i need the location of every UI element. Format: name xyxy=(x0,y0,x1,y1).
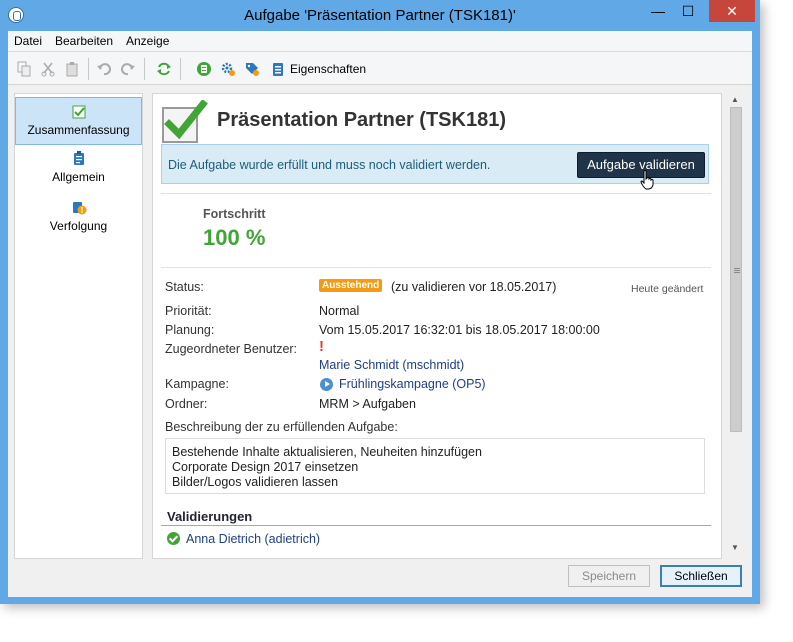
close-window-button[interactable]: ✕ xyxy=(709,0,755,22)
status-label: Status: xyxy=(165,280,204,294)
divider xyxy=(161,267,711,268)
sidebar-item-verfolgung[interactable]: Verfolgung xyxy=(15,199,142,239)
task-title: Präsentation Partner (TSK181) xyxy=(217,109,506,131)
sidebar-item-label: Verfolgung xyxy=(49,219,108,233)
folder-label: Ordner: xyxy=(165,397,208,411)
menu-bearbeiten[interactable]: Bearbeiten xyxy=(55,34,113,48)
properties-button[interactable]: Eigenschaften xyxy=(290,62,366,76)
approved-icon xyxy=(167,532,180,545)
description-label: Beschreibung der zu erfüllenden Aufgabe: xyxy=(165,420,398,434)
folder-value: MRM > Aufgaben xyxy=(319,397,416,411)
copy-icon[interactable] xyxy=(16,61,32,77)
close-button[interactable]: Schließen xyxy=(660,565,742,587)
planning-label: Planung: xyxy=(165,323,215,337)
planning-value: Vom 15.05.2017 16:32:01 bis 18.05.2017 1… xyxy=(319,323,600,337)
sidebar-item-label: Allgemein xyxy=(52,170,105,184)
menu-anzeige[interactable]: Anzeige xyxy=(126,34,169,48)
sidebar-item-zusammenfassung[interactable]: Zusammenfassung xyxy=(15,97,142,145)
description-line: Corporate Design 2017 einsetzen xyxy=(172,460,359,474)
grip-icon xyxy=(734,268,740,269)
campaign-label: Kampagne: xyxy=(165,377,229,391)
campaign-link[interactable]: Frühlingskampagne (OP5) xyxy=(339,377,486,391)
description-line: Bilder/Logos validieren lassen xyxy=(172,475,339,489)
tracking-icon xyxy=(71,199,87,215)
validator-link[interactable]: Anna Dietrich (adietrich) xyxy=(186,532,320,546)
progress-label: Fortschritt xyxy=(203,207,266,221)
minimize-button[interactable]: — xyxy=(644,0,672,22)
completed-checkmark-icon xyxy=(161,99,209,144)
scroll-down-icon[interactable]: ▼ xyxy=(731,543,739,552)
alert-icon: ! xyxy=(319,338,324,355)
undo-icon[interactable] xyxy=(96,61,112,77)
redo-icon[interactable] xyxy=(120,61,136,77)
status-text: (zu validieren vor 18.05.2017) xyxy=(391,280,557,294)
cut-icon[interactable] xyxy=(40,61,56,77)
maximize-button[interactable]: ☐ xyxy=(674,0,702,22)
summary-panel: Präsentation Partner (TSK181) Die Aufgab… xyxy=(152,93,722,559)
divider xyxy=(161,193,711,194)
hand-cursor-icon xyxy=(640,170,654,193)
properties-icon[interactable] xyxy=(270,61,286,77)
campaign-play-icon xyxy=(320,378,333,391)
priority-label: Priorität: xyxy=(165,304,212,318)
vertical-scrollbar[interactable]: ▲ ▼ xyxy=(728,93,744,555)
task-window: Aufgabe 'Präsentation Partner (TSK181)' … xyxy=(0,0,760,604)
save-button[interactable]: Speichern xyxy=(568,565,650,587)
toolbar: Eigenschaften xyxy=(8,52,752,85)
checklist-icon xyxy=(71,104,87,120)
sidebar: Zusammenfassung Allgemein Verfolgung xyxy=(14,93,143,559)
description-line: Bestehende Inhalte aktualisieren, Neuhei… xyxy=(172,445,482,459)
database-icon[interactable] xyxy=(196,61,212,77)
status-badge: Ausstehend xyxy=(319,279,383,292)
paste-icon[interactable] xyxy=(64,61,80,77)
validations-heading: Validierungen xyxy=(167,509,253,524)
toolbar-separator xyxy=(88,58,89,80)
settings-icon[interactable] xyxy=(220,61,236,77)
section-divider xyxy=(161,525,711,526)
assignee-link[interactable]: Marie Schmidt (mschmidt) xyxy=(319,358,464,372)
notice-text: Die Aufgabe wurde erfüllt und muss noch … xyxy=(168,158,491,172)
tag-icon[interactable] xyxy=(244,61,260,77)
title-bar[interactable]: Aufgabe 'Präsentation Partner (TSK181)' … xyxy=(0,0,760,32)
scroll-up-icon[interactable]: ▲ xyxy=(731,95,739,104)
validation-notice: Die Aufgabe wurde erfüllt und muss noch … xyxy=(161,144,709,190)
scrollbar-thumb[interactable] xyxy=(730,107,742,432)
sidebar-item-label: Zusammenfassung xyxy=(27,123,130,137)
description-box: Bestehende Inhalte aktualisieren, Neuhei… xyxy=(165,438,705,494)
menu-bar: Datei Bearbeiten Anzeige xyxy=(8,31,752,52)
window-client: Datei Bearbeiten Anzeige Eigenschaften Z… xyxy=(8,31,752,597)
priority-value: Normal xyxy=(319,304,360,318)
toolbar-separator xyxy=(144,58,145,80)
toolbar-separator xyxy=(180,58,181,80)
menu-datei[interactable]: Datei xyxy=(14,34,42,48)
refresh-icon[interactable] xyxy=(156,61,172,77)
assignee-label: Zugeordneter Benutzer: xyxy=(165,342,298,356)
progress-value: 100 % xyxy=(203,225,266,250)
last-changed: Heute geändert xyxy=(631,283,704,295)
sidebar-item-allgemein[interactable]: Allgemein xyxy=(15,150,142,190)
clipboard-icon xyxy=(71,150,87,166)
